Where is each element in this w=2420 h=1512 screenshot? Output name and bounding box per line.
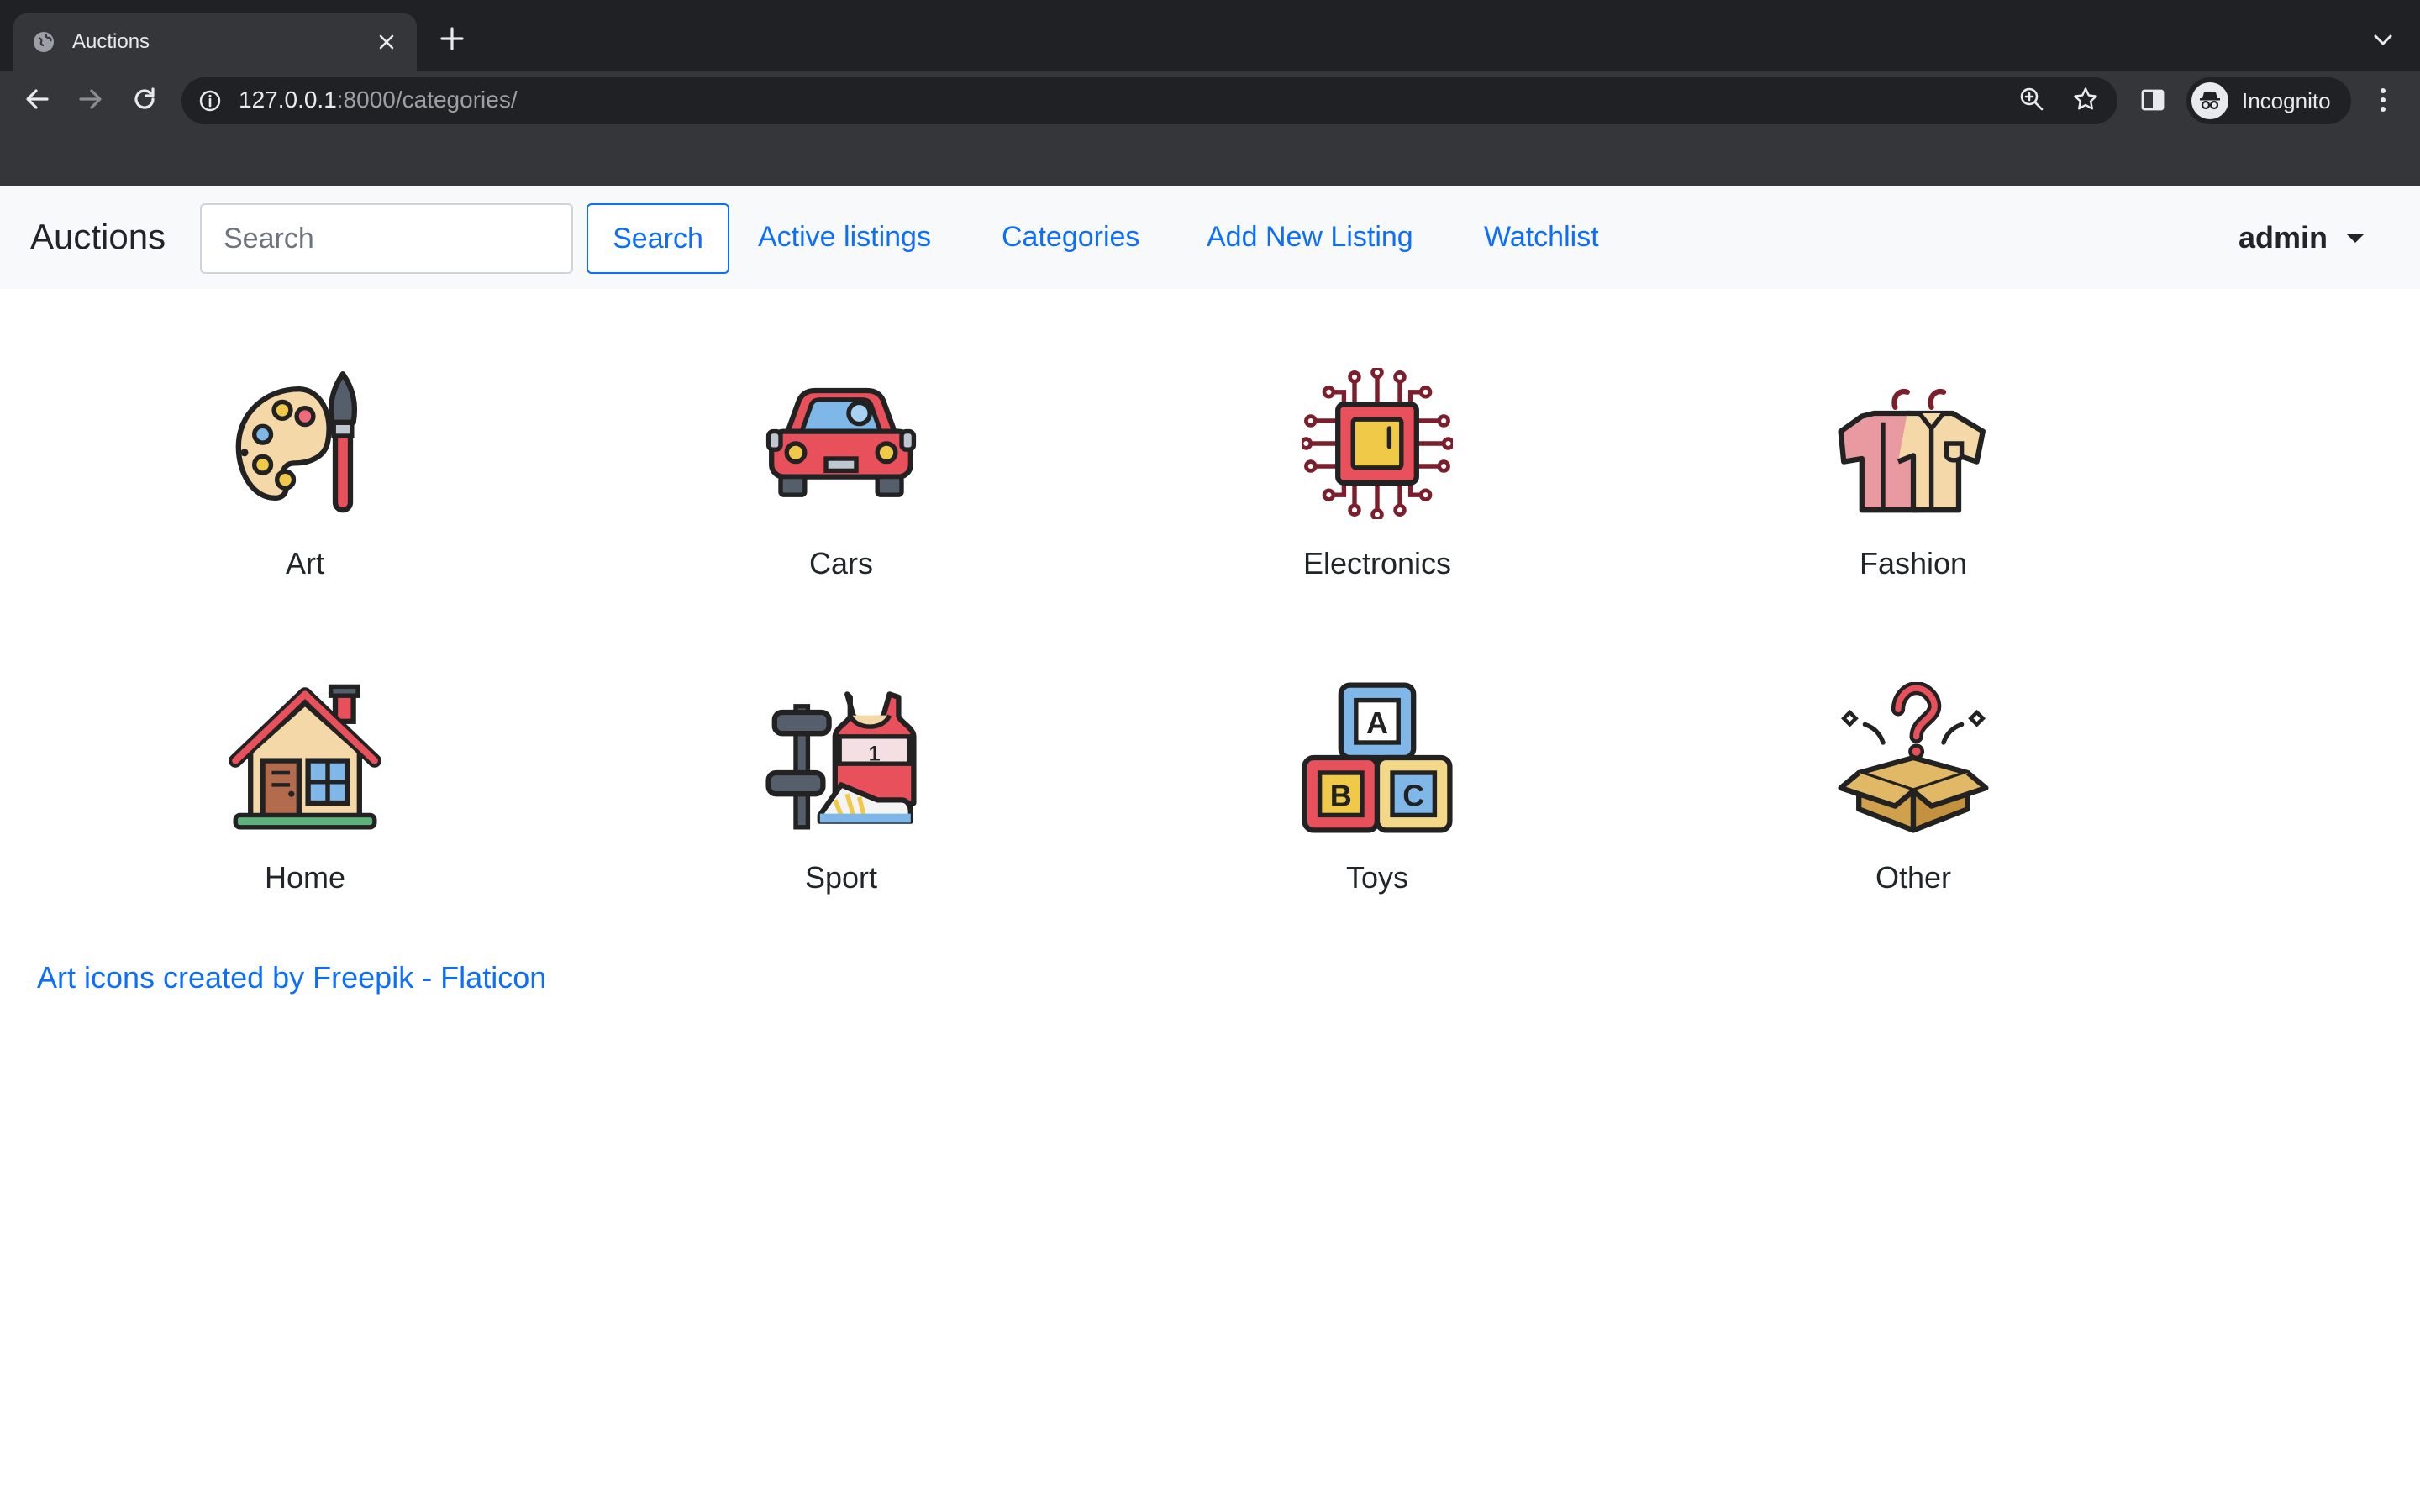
search-button[interactable]: Search	[587, 203, 729, 274]
url-text[interactable]: 127.0.0.1:8000/categories/	[239, 87, 518, 113]
user-dropdown[interactable]: admin	[2238, 220, 2365, 255]
chip-icon	[1302, 368, 1453, 519]
nav-link-watchlist[interactable]: Watchlist	[1484, 221, 1599, 254]
category-label: Fashion	[1859, 546, 1968, 580]
plus-icon[interactable]	[437, 24, 467, 54]
mystery-box-icon	[1838, 682, 1989, 833]
site-brand[interactable]: Auctions	[30, 217, 166, 257]
forward-icon[interactable]	[74, 82, 108, 116]
incognito-profile[interactable]: Incognito	[2186, 77, 2351, 124]
user-name: admin	[2238, 220, 2328, 255]
browser-tab[interactable]: Auctions	[13, 13, 417, 71]
category-cars[interactable]: Cars	[673, 368, 1009, 620]
category-label: Art	[285, 546, 324, 580]
category-sport[interactable]: 1 Sport	[673, 682, 1009, 934]
category-label: Home	[264, 860, 346, 895]
svg-text:1: 1	[869, 743, 881, 766]
house-icon	[229, 684, 381, 830]
category-home[interactable]: Home	[137, 682, 473, 934]
abc-blocks-icon: A B C	[1302, 682, 1453, 833]
back-icon[interactable]	[20, 82, 54, 116]
clothes-icon	[1838, 388, 1986, 513]
search-input[interactable]	[200, 203, 573, 274]
sport-icon: 1	[765, 691, 917, 830]
palette-icon	[235, 371, 358, 513]
category-label: Other	[1875, 860, 1952, 895]
tab-title: Auctions	[72, 30, 150, 53]
nav-link-add-new-listing[interactable]: Add New Listing	[1207, 221, 1413, 254]
incognito-label: Incognito	[2242, 87, 2331, 113]
nav-link-categories[interactable]: Categories	[1002, 221, 1139, 254]
svg-text:B: B	[1330, 779, 1352, 813]
category-label: Cars	[808, 546, 873, 580]
svg-text:C: C	[1402, 779, 1424, 813]
icon-credit-link[interactable]: Art icons created by Freepik - Flaticon	[37, 960, 546, 995]
close-icon[interactable]	[375, 30, 398, 54]
car-icon	[765, 387, 917, 497]
incognito-icon	[2191, 82, 2228, 119]
caret-down-icon	[2346, 233, 2365, 243]
category-label: Sport	[804, 860, 878, 895]
chevron-down-icon[interactable]	[2368, 29, 2398, 52]
side-panel-icon[interactable]	[2139, 87, 2166, 113]
url-path: :8000/categories/	[336, 87, 518, 113]
category-fashion[interactable]: Fashion	[1745, 368, 2081, 620]
category-art[interactable]: Art	[137, 368, 473, 620]
url-host: 127.0.0.1	[239, 87, 337, 113]
category-other[interactable]: Other	[1745, 682, 2081, 934]
category-label: Toys	[1345, 860, 1409, 895]
nav-link-active-listings[interactable]: Active listings	[758, 221, 931, 254]
category-electronics[interactable]: Electronics	[1209, 368, 1545, 620]
zoom-icon[interactable]	[2018, 86, 2045, 113]
star-icon[interactable]	[2072, 86, 2099, 113]
reload-icon[interactable]	[128, 82, 161, 116]
category-toys[interactable]: A B C Toys	[1209, 682, 1545, 934]
globe-icon	[34, 32, 54, 52]
info-icon[interactable]	[198, 89, 222, 113]
category-label: Electronics	[1302, 546, 1452, 580]
svg-text:A: A	[1366, 706, 1388, 740]
more-icon[interactable]	[2371, 86, 2395, 114]
